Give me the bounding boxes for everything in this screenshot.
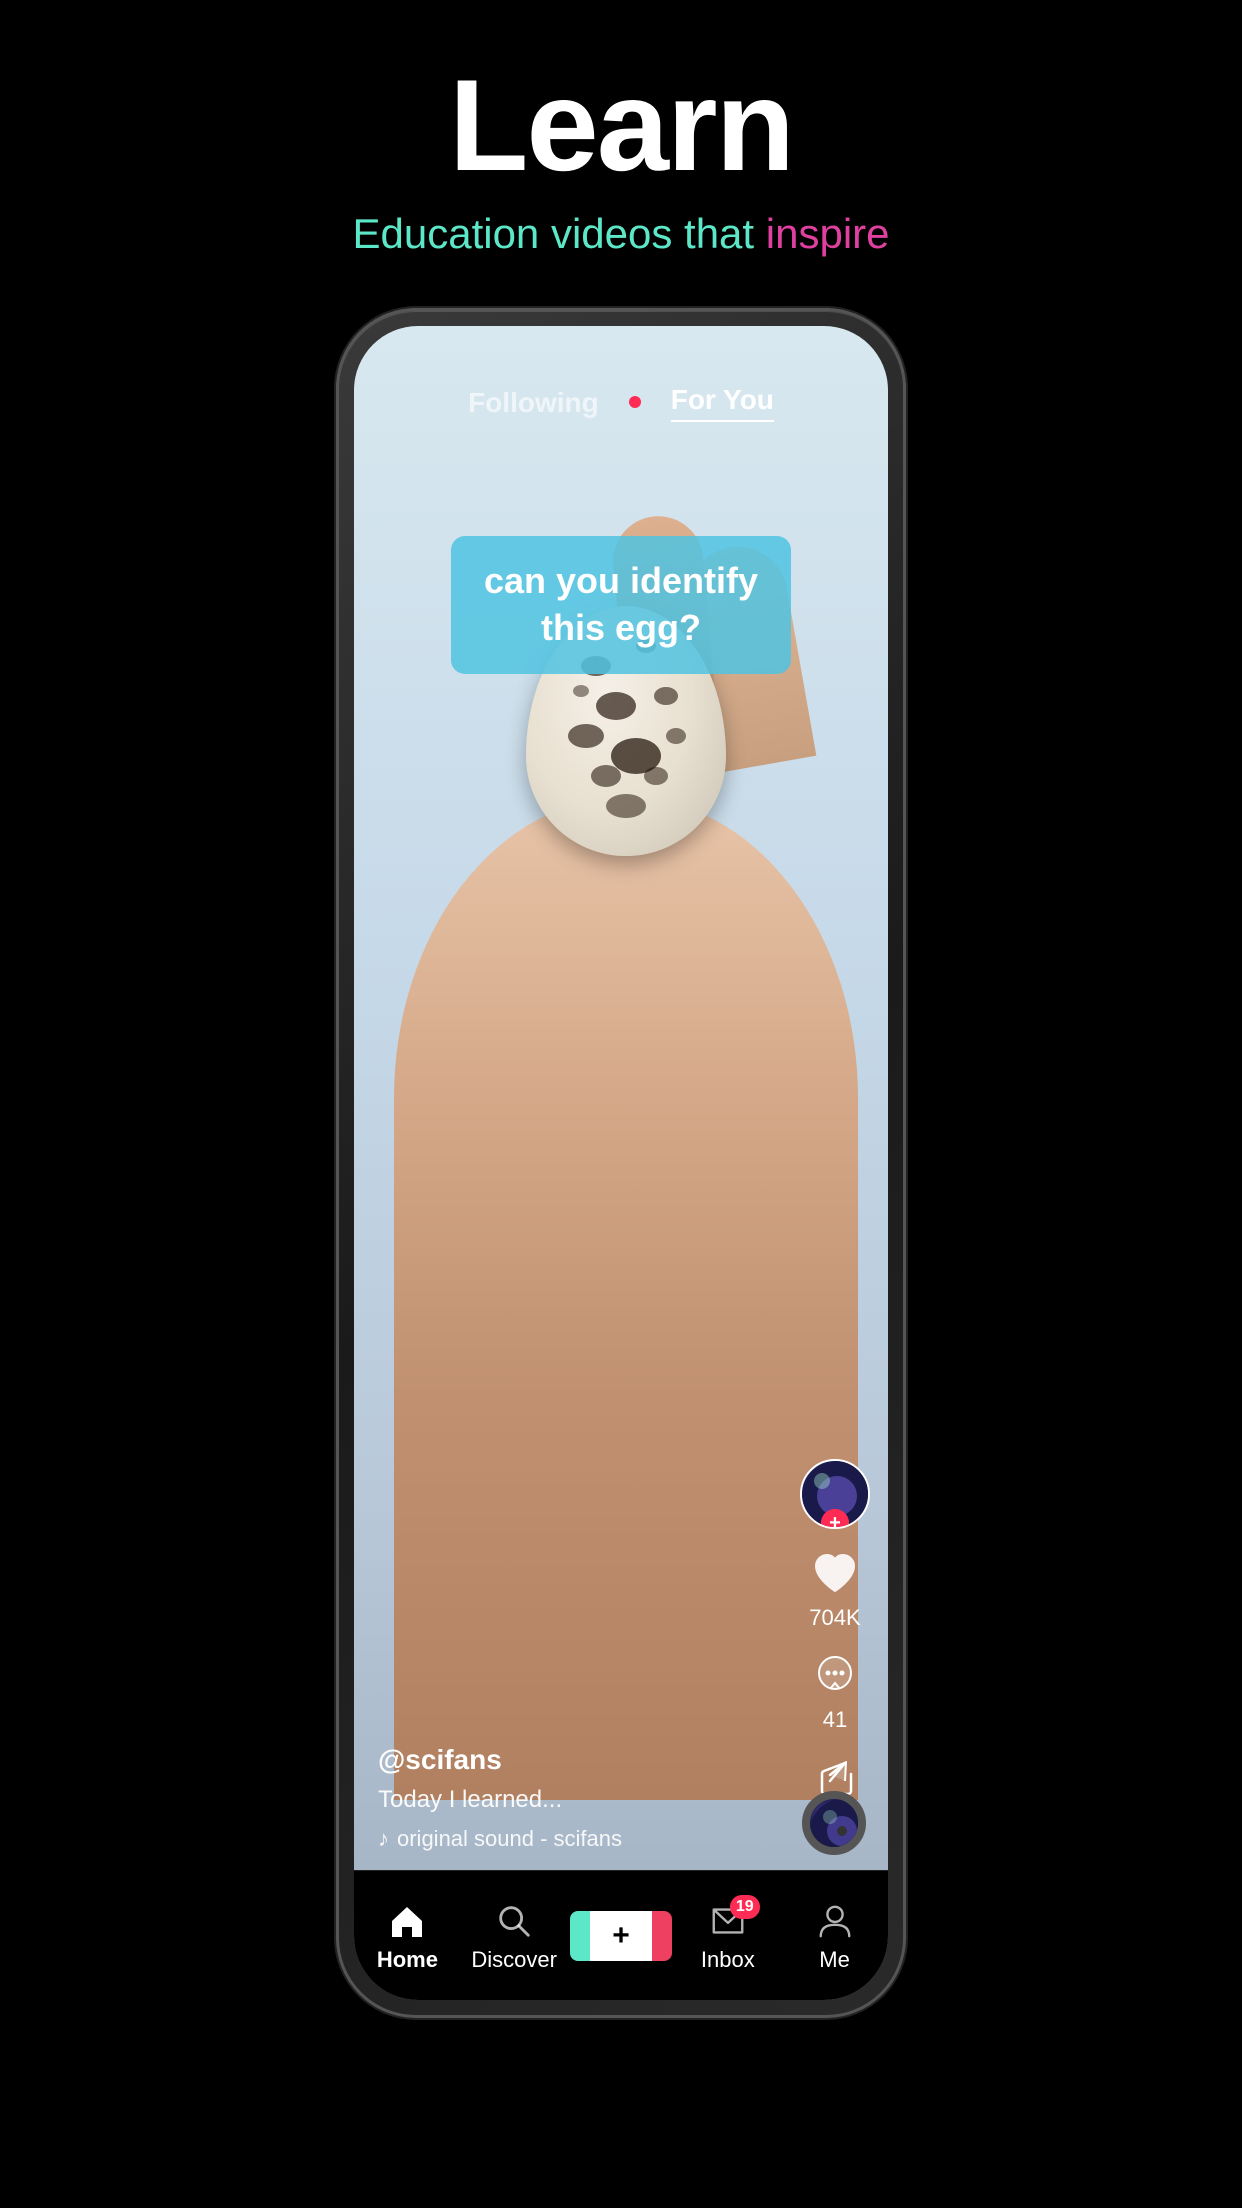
right-sidebar: + 704K: [800, 1459, 870, 1835]
music-note-icon: ♪: [378, 1826, 389, 1852]
creator-name[interactable]: @scifans: [378, 1744, 788, 1776]
sound-name: original sound - scifans: [397, 1826, 622, 1852]
inbox-icon: 19: [704, 1899, 752, 1943]
nav-me[interactable]: Me: [781, 1899, 888, 1973]
home-svg: [387, 1901, 427, 1941]
video-text-overlay: can you identify this egg?: [354, 536, 888, 674]
profile-icon: [811, 1899, 859, 1943]
egg-visual: [414, 546, 838, 1800]
comment-svg: [810, 1651, 860, 1701]
home-label: Home: [377, 1947, 438, 1973]
page-title: Learn: [449, 60, 793, 190]
subtitle-highlight: inspire: [766, 210, 890, 257]
nav-discover[interactable]: Discover: [461, 1899, 568, 1973]
phone-wrapper: Following For You can you identify this …: [336, 308, 906, 2018]
home-icon: [383, 1899, 431, 1943]
nav-inbox[interactable]: 19 Inbox: [674, 1899, 781, 1973]
plus-icon: +: [612, 1919, 630, 1953]
creator-avatar[interactable]: +: [800, 1459, 870, 1529]
like-count: 704K: [809, 1605, 860, 1631]
notification-dot: [629, 396, 641, 408]
subtitle-text: Education videos that: [352, 210, 765, 257]
nav-home[interactable]: Home: [354, 1899, 461, 1973]
avatar-image: [802, 1461, 870, 1529]
music-disk: [802, 1791, 866, 1855]
search-icon: [490, 1899, 538, 1943]
profile-svg: [816, 1902, 854, 1940]
comment-icon: [808, 1649, 862, 1703]
for-you-tab[interactable]: For You: [671, 384, 774, 422]
comment-action[interactable]: 41: [808, 1649, 862, 1733]
me-label: Me: [819, 1947, 850, 1973]
inbox-label: Inbox: [701, 1947, 755, 1973]
heart-svg: [810, 1549, 860, 1599]
video-description: Today I learned...: [378, 1786, 788, 1814]
subtitle: Education videos that inspire: [352, 210, 889, 258]
heart-icon: [808, 1547, 862, 1601]
video-bottom-info: @scifans Today I learned... ♪ original s…: [378, 1744, 788, 1852]
bottom-navbar: Home Discover +: [354, 1870, 888, 2000]
like-action[interactable]: 704K: [808, 1547, 862, 1631]
top-section: Learn Education videos that inspire: [0, 0, 1242, 298]
feed-tabs: Following For You: [354, 384, 888, 422]
follow-plus-badge[interactable]: +: [821, 1509, 849, 1529]
phone-screen[interactable]: Following For You can you identify this …: [354, 326, 888, 2000]
inbox-badge: 19: [730, 1895, 760, 1919]
hand-background: [394, 797, 858, 1800]
sound-info[interactable]: ♪ original sound - scifans: [378, 1826, 788, 1852]
following-tab[interactable]: Following: [468, 387, 599, 419]
discover-label: Discover: [471, 1947, 557, 1973]
video-caption: can you identify this egg?: [484, 560, 758, 648]
create-button[interactable]: +: [576, 1911, 666, 1961]
caption-box: can you identify this egg?: [451, 536, 791, 674]
nav-create[interactable]: +: [568, 1911, 675, 1961]
search-svg: [495, 1902, 533, 1940]
comment-count: 41: [823, 1707, 847, 1733]
